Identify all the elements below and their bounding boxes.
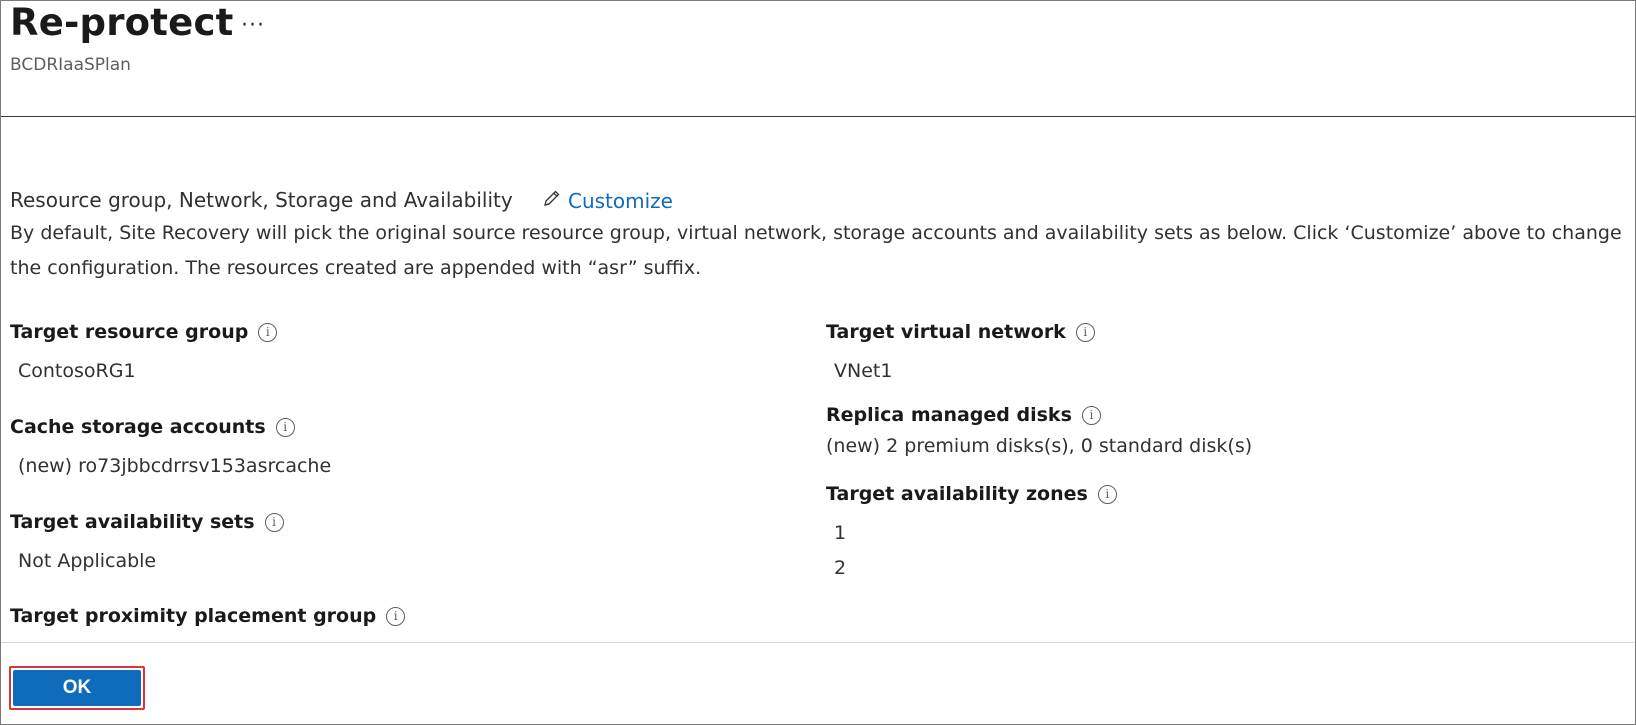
customize-label: Customize [568, 188, 673, 213]
section-title: Resource group, Network, Storage and Ava… [10, 188, 513, 212]
info-icon[interactable]: i [1097, 484, 1117, 504]
section-description: By default, Site Recovery will pick the … [10, 222, 1622, 279]
target-availability-zones-label: Target availability zones i [826, 483, 1117, 505]
scroll-content[interactable]: Re-protect ··· BCDRIaaSPlan Resource gro… [1, 1, 1635, 642]
pencil-icon [542, 188, 562, 213]
footer-divider [1, 642, 1635, 643]
info-icon[interactable]: i [1081, 405, 1101, 425]
info-icon[interactable]: i [386, 606, 406, 626]
target-resource-group-value: ContosoRG1 [18, 360, 136, 382]
availability-zone-item: 1 [834, 522, 847, 544]
availability-zone-item: 2 [834, 557, 847, 579]
info-icon[interactable]: i [258, 322, 278, 342]
customize-link[interactable]: Customize [542, 188, 673, 213]
info-icon[interactable]: i [1075, 322, 1095, 342]
target-proximity-placement-group-label: Target proximity placement group i [10, 605, 406, 627]
ok-button[interactable]: OK [13, 670, 141, 706]
info-icon[interactable]: i [264, 512, 284, 532]
page-title: Re-protect [10, 1, 234, 44]
target-virtual-network-value: VNet1 [834, 360, 893, 382]
target-virtual-network-label: Target virtual network i [826, 321, 1095, 343]
replica-managed-disks-label: Replica managed disks i [826, 404, 1101, 426]
cache-storage-accounts-value: (new) ro73jbbcdrrsv153asrcache [18, 455, 332, 477]
header-divider [1, 116, 1635, 117]
target-resource-group-label: Target resource group i [10, 321, 278, 343]
target-availability-sets-label: Target availability sets i [10, 511, 284, 533]
info-icon[interactable]: i [275, 417, 295, 437]
ok-button-highlight: OK [9, 666, 145, 710]
cache-storage-accounts-label: Cache storage accounts i [10, 416, 295, 438]
target-availability-sets-value: Not Applicable [18, 550, 157, 572]
more-options-button[interactable]: ··· [241, 13, 265, 38]
page-subtitle: BCDRIaaSPlan [10, 55, 131, 75]
replica-managed-disks-value: (new) 2 premium disks(s), 0 standard dis… [826, 435, 1253, 457]
reprotect-blade: Re-protect ··· BCDRIaaSPlan Resource gro… [0, 0, 1636, 725]
